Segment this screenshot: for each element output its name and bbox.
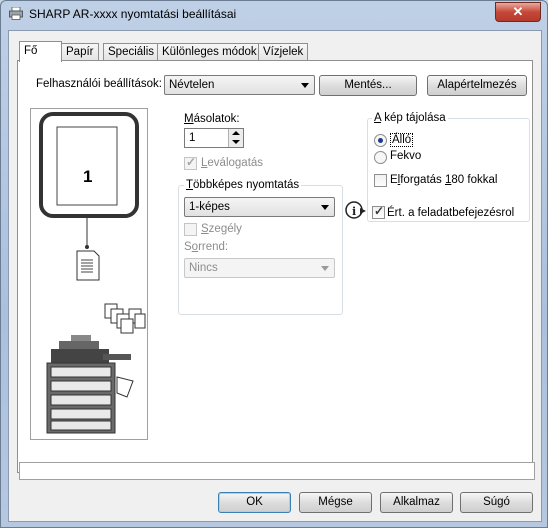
spin-down-button[interactable] [228, 138, 243, 147]
printer-icon [9, 7, 23, 20]
notify-label: Ért. a feladatbefejezésrol [387, 207, 515, 219]
window-title: SHARP AR-xxxx nyomtatási beállításai [29, 7, 237, 21]
close-button[interactable]: ✕ [495, 2, 541, 22]
collate-label: Leválogatás [201, 157, 264, 169]
defaults-button[interactable]: Alapértelmezés [427, 75, 527, 96]
order-dropdown[interactable]: Nincs [184, 258, 335, 278]
apply-button[interactable]: Alkalmaz [380, 492, 453, 513]
orientation-title: A kép tájolása [372, 112, 448, 124]
chevron-down-icon [301, 83, 309, 88]
preview-illustration [39, 112, 146, 434]
collated-copies-icon [104, 303, 146, 334]
landscape-label: Fekvo [390, 150, 422, 162]
multipage-dropdown[interactable]: 1-képes [184, 197, 335, 217]
landscape-radio[interactable] [374, 151, 387, 164]
collate-checkbox[interactable]: ✓ [184, 155, 197, 170]
print-settings-window: SHARP AR-xxxx nyomtatási beállításai ✕ F… [0, 0, 548, 528]
ok-button[interactable]: OK [218, 492, 291, 513]
user-settings-value: Névtelen [169, 79, 215, 91]
tab-fo[interactable]: Fő [19, 41, 62, 62]
copier-machine-icon [46, 335, 134, 434]
dialog-client-area: Fő Papír Speciális Különleges módok Vízj… [8, 30, 542, 522]
save-button[interactable]: Mentés... [319, 75, 417, 96]
info-icon: i [345, 201, 366, 219]
copies-label: Másolatok: [184, 113, 240, 125]
document-icon [76, 250, 100, 281]
main-tab-panel: Felhasználói beállítások: Névtelen Menté… [17, 60, 533, 473]
portrait-radio[interactable] [374, 134, 387, 147]
chevron-down-icon [321, 205, 329, 210]
help-button[interactable]: Súgó [460, 492, 533, 513]
portrait-label: Álló [390, 133, 414, 147]
tab-vizjelek[interactable]: Vízjelek [258, 43, 309, 61]
user-settings-dropdown[interactable]: Névtelen [164, 75, 315, 95]
tab-specialis[interactable]: Speciális [103, 43, 160, 61]
title-bar[interactable]: SHARP AR-xxxx nyomtatási beállításai ✕ [1, 1, 547, 27]
copies-spinner[interactable]: 1 [184, 128, 244, 148]
copies-value: 1 [189, 132, 196, 144]
user-settings-label: Felhasználói beállítások: [36, 78, 162, 90]
status-bar [19, 462, 535, 480]
multipage-title: Többképes nyomtatás [184, 179, 302, 191]
print-preview-panel: 1 [30, 108, 148, 440]
tab-papir[interactable]: Papír [61, 43, 99, 61]
tab-kulonleges-modok[interactable]: Különleges módok [157, 43, 262, 61]
cancel-button[interactable]: Mégse [299, 492, 372, 513]
border-checkbox[interactable] [184, 223, 197, 236]
rotate-180-label: Elforgatás 180 fokkal [390, 174, 498, 186]
preview-page-number: 1 [83, 167, 93, 186]
chevron-down-icon [321, 266, 329, 271]
rotate-180-checkbox[interactable] [374, 174, 387, 187]
notify-checkbox[interactable]: ✓ [372, 204, 385, 219]
border-label: Szegély [201, 223, 242, 235]
multipage-value: 1-képes [189, 201, 230, 213]
order-label: Sorrend: [184, 241, 229, 253]
svg-text:i: i [352, 205, 356, 218]
order-value: Nincs [189, 262, 218, 274]
